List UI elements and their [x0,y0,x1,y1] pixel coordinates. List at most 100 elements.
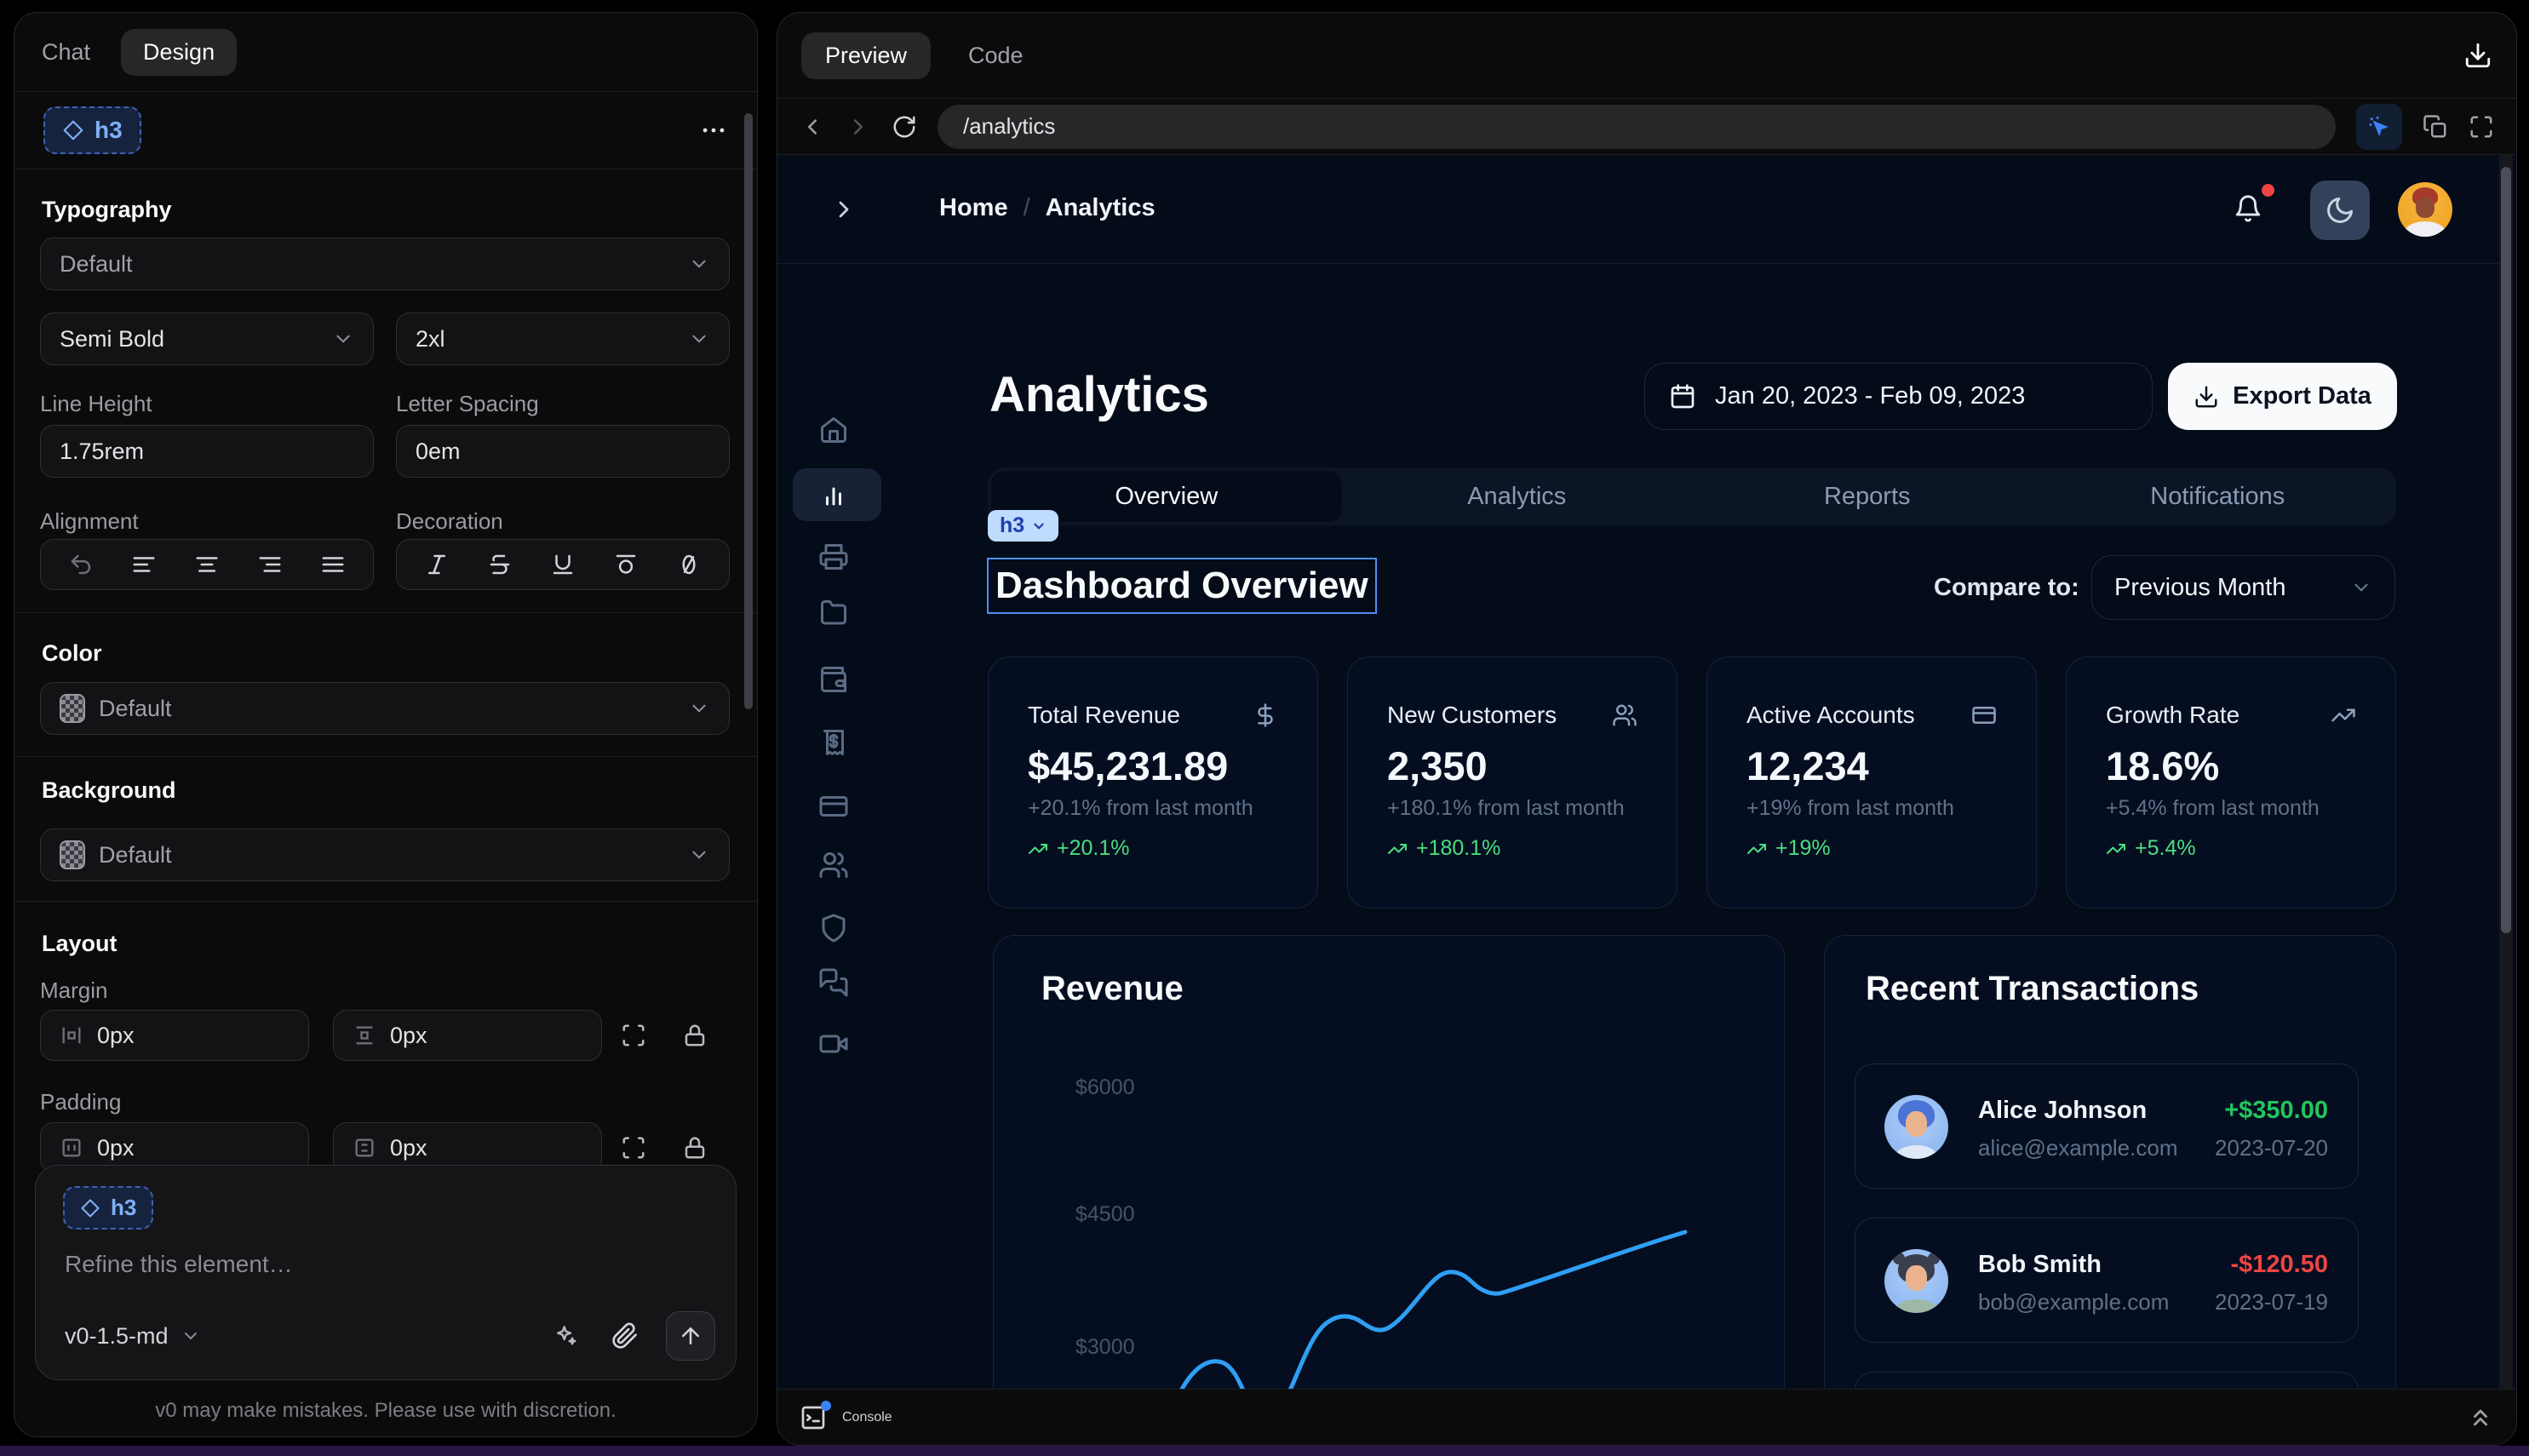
tab-code[interactable]: Code [968,43,1024,69]
calendar-icon [1669,383,1696,410]
align-right-icon[interactable] [257,552,283,577]
font-weight-select[interactable]: Semi Bold [40,312,374,365]
user-avatar[interactable] [2398,182,2452,237]
forward-icon[interactable] [846,114,871,140]
breadcrumb-home[interactable]: Home [939,194,1008,222]
tab-notifications[interactable]: Notifications [2043,471,2394,522]
line-height-input[interactable]: 1.75rem [40,425,374,478]
transaction-row[interactable]: Alice Johnson alice@example.com +$350.00… [1855,1063,2359,1189]
copy-icon[interactable] [2423,114,2448,140]
tab-analytics[interactable]: Analytics [1342,471,1693,522]
selection-tag-chip[interactable]: h3 [988,510,1058,542]
back-icon[interactable] [800,114,825,140]
sidebar-item-receipts[interactable] [815,724,852,761]
preview-scrollbar-thumb[interactable] [2501,167,2511,933]
date-range-button[interactable]: Jan 20, 2023 - Feb 09, 2023 [1644,363,2153,430]
more-options-icon[interactable] [699,116,728,145]
expand-margin-icon[interactable] [621,1023,646,1048]
underline-icon[interactable] [550,552,576,577]
trending-up-icon [2106,839,2126,859]
align-left-icon[interactable] [131,552,157,577]
url-input[interactable]: /analytics [938,105,2336,149]
tab-design[interactable]: Design [121,29,237,76]
console-badge-dot [821,1401,831,1411]
fullscreen-icon[interactable] [2469,114,2494,140]
strikethrough-icon[interactable] [487,552,513,577]
alignment-label: Alignment [40,508,139,535]
avatar [1884,1095,1948,1159]
margin-x-input[interactable]: 0px [40,1010,309,1061]
color-select[interactable]: Default [40,682,730,735]
sidebar-item-customers[interactable] [815,846,852,884]
export-data-button[interactable]: Export Data [2168,363,2397,430]
sparkles-icon[interactable] [552,1322,579,1350]
chevrons-up-icon[interactable] [2467,1404,2494,1431]
selected-heading-outline[interactable]: Dashboard Overview [987,558,1377,614]
font-size-select[interactable]: 2xl [396,312,730,365]
refresh-icon[interactable] [892,114,917,140]
home-icon [818,415,849,445]
composer-element-badge[interactable]: h3 [63,1186,153,1230]
design-panel: Chat Design h3 Typography Default Semi B… [14,12,758,1437]
sidebar-item-security[interactable] [815,909,852,947]
lock-margin-icon[interactable] [682,1023,708,1048]
padding-y-icon [353,1136,376,1160]
sidebar-item-invoices[interactable] [815,538,852,576]
selected-element-badge[interactable]: h3 [43,106,141,154]
composer-input[interactable]: Refine this element… [65,1251,293,1278]
align-center-icon[interactable] [194,552,220,577]
background-select[interactable]: Default [40,828,730,881]
design-panel-scrollbar[interactable] [744,113,753,709]
download-icon[interactable] [2463,41,2492,70]
terminal-icon [800,1404,827,1431]
sidebar-item-analytics[interactable] [815,475,852,513]
chevron-down-icon [1031,519,1047,534]
moon-icon [2325,195,2355,226]
send-button[interactable] [666,1311,715,1361]
stat-card-new-customers: New Customers 2,350 +180.1% from last mo… [1347,656,1677,909]
revenue-chart-card: Revenue $6000 $4500 $3000 [993,935,1785,1389]
model-select[interactable]: v0-1.5-md [65,1323,201,1350]
transaction-row[interactable]: Bob Smith bob@example.com -$120.50 2023-… [1855,1218,2359,1343]
sidebar-item-cards[interactable] [815,788,852,825]
video-icon [818,1029,849,1059]
divider [14,756,757,757]
console-bar[interactable]: Console [777,1389,2516,1445]
sidebar-expand-icon[interactable] [830,196,857,223]
compare-select[interactable]: Previous Month [2091,555,2395,620]
tab-reports[interactable]: Reports [1692,471,2043,522]
overline-icon[interactable] [613,552,639,577]
preview-scrollbar[interactable] [2499,155,2513,1389]
bell-icon[interactable] [2234,194,2262,223]
tab-preview[interactable]: Preview [801,32,931,79]
dark-mode-toggle[interactable] [2310,181,2370,240]
font-family-select[interactable]: Default [40,238,730,290]
tab-chat[interactable]: Chat [42,39,90,66]
transaction-amount: +$350.00 [2224,1097,2328,1125]
sidebar-item-home[interactable] [815,411,852,449]
stat-card-active-accounts: Active Accounts 12,234 +19% from last mo… [1706,656,2037,909]
inspect-cursor-icon[interactable] [2356,104,2402,150]
sidebar-item-files[interactable] [815,594,852,632]
divider [14,901,757,902]
wallet-icon [818,664,849,695]
date-range-value: Jan 20, 2023 - Feb 09, 2023 [1715,382,2025,410]
swatch-checker-icon [60,694,85,723]
sidebar-item-video[interactable] [815,1025,852,1063]
sidebar-item-messages[interactable] [815,964,852,1001]
align-justify-icon[interactable] [320,552,346,577]
margin-y-input[interactable]: 0px [333,1010,602,1061]
paperclip-icon[interactable] [611,1322,639,1350]
avatar [1884,1249,1948,1313]
trending-up-icon [1028,839,1048,859]
chevron-down-icon [688,253,710,275]
letter-spacing-input[interactable]: 0em [396,425,730,478]
expand-padding-icon[interactable] [621,1135,646,1161]
trending-up-icon [1746,839,1767,859]
trending-up-icon [1387,839,1408,859]
sidebar-item-wallet[interactable] [815,661,852,698]
undo-icon[interactable] [68,552,94,577]
no-decoration-icon[interactable] [676,552,702,577]
lock-padding-icon[interactable] [682,1135,708,1161]
italic-icon[interactable] [424,552,450,577]
